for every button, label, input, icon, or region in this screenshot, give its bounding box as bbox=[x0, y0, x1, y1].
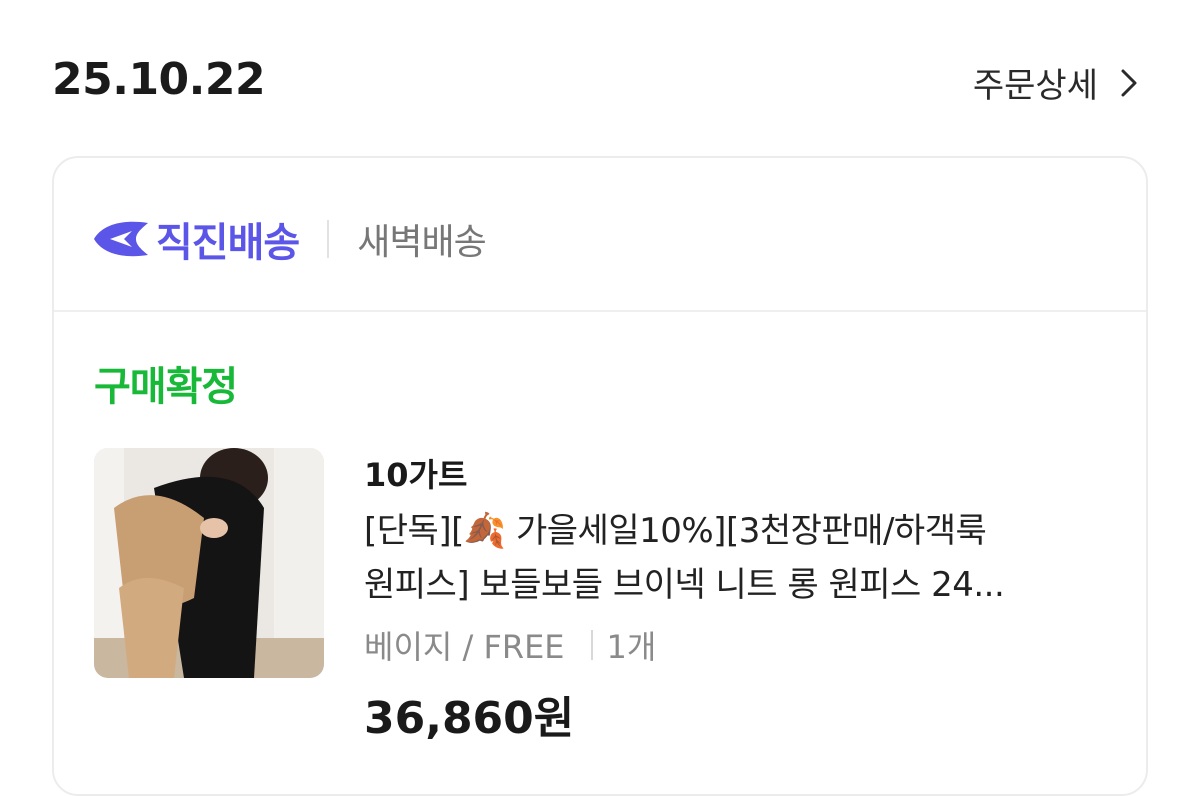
delivery-arrow-icon bbox=[92, 217, 152, 261]
product-options: 베이지 / FREE 1개 bbox=[364, 622, 1124, 668]
order-header: 25.10.22 주문상세 bbox=[52, 50, 1148, 110]
order-detail-link[interactable]: 주문상세 bbox=[973, 58, 1138, 107]
product-title-line1: [단독][🍂 가을세일10%][3천장판매/하객룩 bbox=[364, 511, 987, 551]
order-detail-label: 주문상세 bbox=[972, 66, 1098, 106]
order-card[interactable]: 직진배송 새벽배송 구매확정 10가트 [단독][🍂 가을세일10%][3천장판… bbox=[52, 156, 1148, 796]
dawn-delivery-label: 새벽배송 bbox=[357, 222, 486, 263]
order-date: 25.10.22 bbox=[52, 54, 266, 105]
purchase-status: 구매확정 bbox=[94, 364, 238, 410]
delivery-row: 직진배송 새벽배송 bbox=[54, 158, 1146, 312]
chevron-right-icon bbox=[1120, 68, 1138, 98]
product-title-line2: 원피스] 보들보들 브이넥 니트 롱 원피스 24... bbox=[364, 565, 1005, 605]
option-divider bbox=[590, 630, 593, 660]
option-text: 베이지 / FREE bbox=[364, 628, 565, 666]
product-price: 36,860원 bbox=[364, 693, 575, 744]
product-title: [단독][🍂 가을세일10%][3천장판매/하객룩 원피스] 보들보들 브이넥 … bbox=[364, 504, 1124, 612]
product-thumbnail[interactable] bbox=[94, 448, 324, 678]
direct-delivery-label: 직진배송 bbox=[156, 220, 300, 266]
item-info[interactable]: 10가트 [단독][🍂 가을세일10%][3천장판매/하객룩 원피스] 보들보들… bbox=[364, 450, 1124, 746]
quantity-text: 1개 bbox=[606, 628, 657, 666]
delivery-divider bbox=[327, 220, 330, 258]
seller-name: 10가트 bbox=[364, 456, 468, 494]
